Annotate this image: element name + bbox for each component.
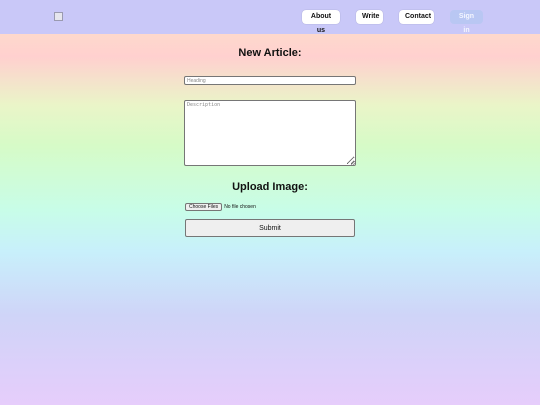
description-textarea[interactable]: [184, 100, 356, 166]
submit-button[interactable]: Submit: [185, 219, 355, 237]
upload-image-title: Upload Image:: [232, 181, 308, 193]
broken-image-icon[interactable]: [54, 12, 63, 21]
page-title: New Article:: [238, 47, 302, 59]
about-us-button[interactable]: About us: [302, 10, 340, 34]
heading-input[interactable]: [184, 76, 356, 85]
file-picker: Choose Files No file chosen: [185, 203, 256, 211]
file-status-text: No file chosen: [224, 204, 256, 210]
navbar: About us Write Contact Sign in: [0, 0, 540, 34]
choose-files-button[interactable]: Choose Files: [185, 203, 223, 211]
contact-button[interactable]: Contact: [399, 10, 434, 24]
sign-in-button[interactable]: Sign in: [450, 10, 483, 34]
write-button[interactable]: Write: [356, 10, 383, 24]
